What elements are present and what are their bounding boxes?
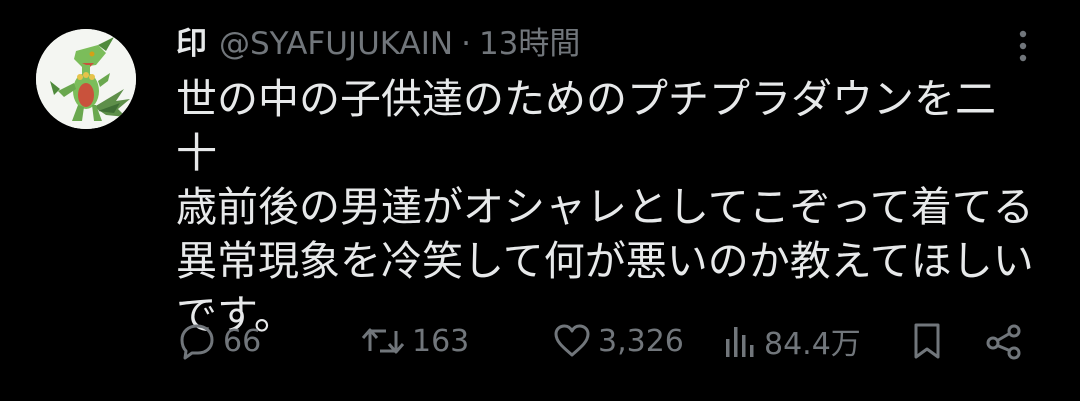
- heart-icon: [554, 324, 590, 357]
- speech-bubble-icon: [180, 324, 214, 360]
- like-button[interactable]: 3,326: [552, 318, 684, 364]
- tweet[interactable]: 印 @SYAFUJUKAIN · 13時間 世の中の子供達のためのプチプラダウン…: [0, 0, 1080, 401]
- retweet-count: 163: [412, 323, 470, 359]
- more-vertical-icon: [1019, 30, 1027, 62]
- separator-dot: ·: [461, 26, 471, 62]
- like-count: 3,326: [598, 323, 684, 359]
- retweet-button[interactable]: 163: [360, 318, 469, 364]
- bookmark-icon: [914, 323, 940, 359]
- share-button[interactable]: [984, 318, 1024, 364]
- avatar[interactable]: [36, 29, 136, 129]
- tweet-header: 印 @SYAFUJUKAIN · 13時間: [176, 22, 580, 66]
- retweet-arrows-icon: [361, 328, 405, 354]
- bar-chart-icon: [726, 327, 754, 357]
- user-handle[interactable]: @SYAFUJUKAIN: [219, 22, 453, 66]
- action-bar: 66 163 3,326 84.4万: [0, 318, 1080, 364]
- reply-count: 66: [223, 323, 262, 359]
- bookmark-button[interactable]: [910, 318, 944, 364]
- views-button[interactable]: 84.4万: [722, 318, 861, 364]
- tweet-text: 世の中の子供達のためのプチプラダウンを二十 歳前後の男達がオシャレとしてこぞって…: [176, 75, 1034, 339]
- timestamp[interactable]: 13時間: [479, 22, 580, 66]
- green-lizard-creature-icon: [36, 29, 136, 129]
- reply-button[interactable]: 66: [177, 318, 261, 364]
- more-options-button[interactable]: [1010, 26, 1036, 66]
- view-count: 84.4万: [764, 327, 861, 362]
- display-name[interactable]: 印: [176, 22, 207, 66]
- share-icon: [986, 324, 1021, 360]
